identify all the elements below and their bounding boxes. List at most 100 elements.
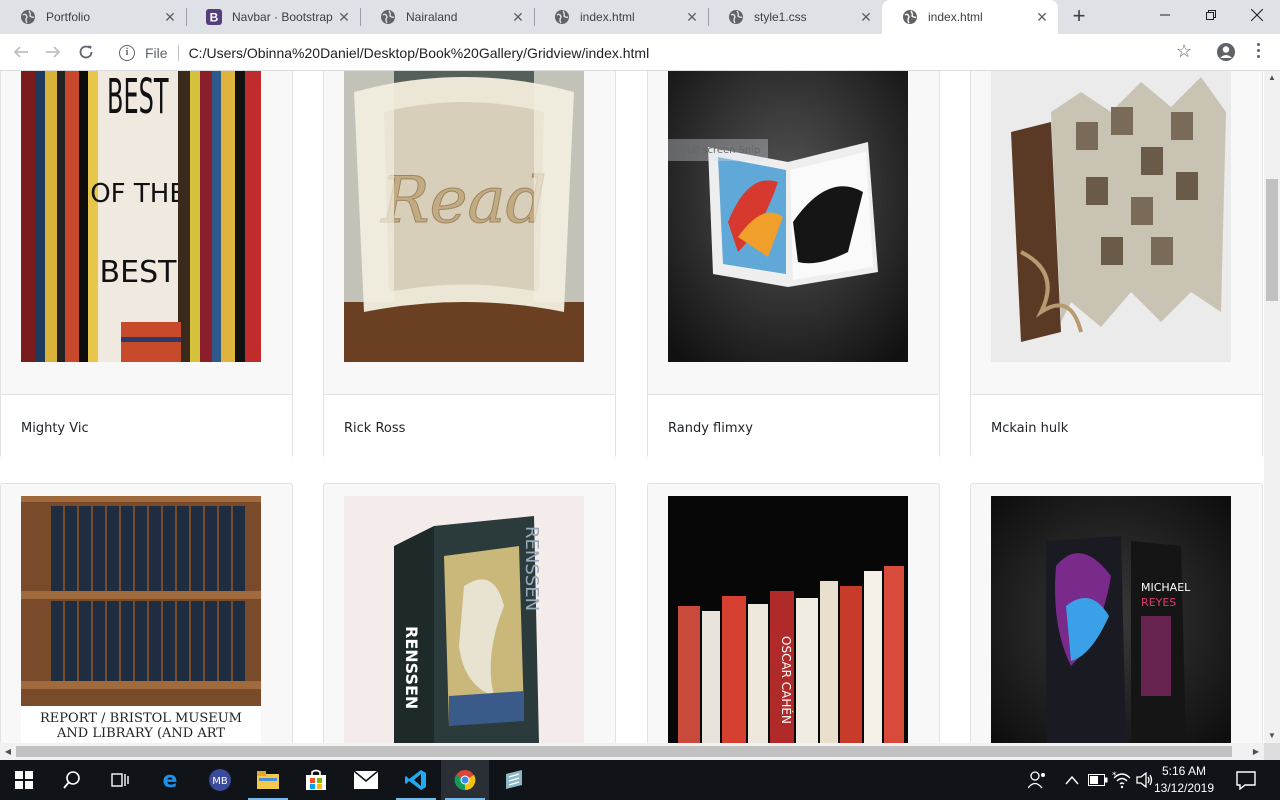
tab-title: Portfolio [46, 10, 91, 24]
svg-text:REPORT / BRISTOL MUSEUM: REPORT / BRISTOL MUSEUM [40, 711, 242, 726]
card-caption-area: Mckain hulk [971, 394, 1262, 458]
battery-icon[interactable] [1088, 760, 1108, 800]
forward-button[interactable] [41, 40, 65, 64]
tab-nairaland[interactable]: Nairaland ✕ [360, 0, 534, 34]
card-image-bookshelf: BEST OF THE BEST [21, 71, 261, 362]
tab-index-html-active[interactable]: index.html ✕ [882, 0, 1058, 34]
horizontal-scroll-thumb[interactable] [16, 746, 1232, 757]
gallery-card[interactable]: OSCAR CAHÉN [647, 483, 940, 743]
close-window-button[interactable] [1234, 0, 1280, 30]
svg-text:e: e [163, 769, 178, 791]
address-bar[interactable]: i File C:/Users/Obinna%20Daniel/Desktop/… [110, 38, 1205, 67]
tab-portfolio[interactable]: Portfolio ✕ [0, 0, 186, 34]
malwarebytes-icon[interactable]: MB [196, 760, 244, 800]
gallery-card[interactable]: Full screen Snip Randy flimxy [647, 71, 940, 458]
card-image-library-shelves: REPORT / BRISTOL MUSEUM AND LIBRARY (AND… [21, 496, 261, 743]
svg-text:OSCAR CAHÉN: OSCAR CAHÉN [779, 636, 794, 724]
globe-icon [380, 9, 396, 25]
gallery-card[interactable]: REPORT / BRISTOL MUSEUM AND LIBRARY (AND… [0, 483, 293, 743]
chrome-icon[interactable] [441, 760, 489, 800]
svg-text:MICHAEL: MICHAEL [1141, 581, 1191, 594]
globe-icon [554, 9, 570, 25]
store-icon[interactable] [292, 760, 340, 800]
page-viewport: BEST OF THE BEST Mighty Vic Read Rick Ro… [0, 71, 1264, 743]
svg-text:RENSSEN: RENSSEN [402, 626, 421, 709]
people-icon[interactable] [1028, 760, 1048, 800]
clock-time: 5:16 AM [1161, 764, 1207, 778]
tab-title: Navbar · Bootstrap [232, 10, 333, 24]
tab-title: style1.css [754, 10, 807, 24]
reload-button[interactable] [74, 40, 98, 64]
windows-start-icon[interactable] [0, 760, 48, 800]
bootstrap-icon: B [206, 9, 222, 25]
minimize-button[interactable] [1142, 0, 1188, 30]
svg-text:MB: MB [212, 776, 228, 787]
card-image-open-book-sneaker: Full screen Snip [668, 71, 908, 362]
scroll-left-arrow-icon[interactable]: ◀ [0, 743, 16, 760]
gallery-card[interactable]: Mckain hulk [970, 71, 1263, 458]
svg-text:REYES: REYES [1141, 596, 1176, 609]
tab-title: index.html [580, 10, 635, 24]
card-image-accordion-book [991, 71, 1231, 362]
minimize-icon [1160, 14, 1170, 16]
close-icon[interactable]: ✕ [684, 9, 700, 25]
new-tab-button[interactable]: + [1067, 5, 1091, 29]
windows-taskbar: e MB * 5:16 AM 13/12/2019 [0, 760, 1280, 800]
taskbar-clock[interactable]: 5:16 AM 13/12/2019 [1150, 763, 1218, 797]
close-icon[interactable]: ✕ [162, 9, 178, 25]
mail-icon[interactable] [342, 760, 390, 800]
close-icon[interactable]: ✕ [1034, 9, 1050, 25]
chevron-up-icon[interactable] [1065, 760, 1079, 800]
chrome-menu-icon[interactable] [1250, 40, 1266, 60]
gallery-card[interactable]: Read Rick Ross [323, 71, 616, 458]
task-view-icon[interactable] [96, 760, 144, 800]
card-caption: Mighty Vic [21, 421, 89, 436]
profile-avatar-icon[interactable] [1216, 42, 1236, 62]
bookmark-star-icon[interactable]: ☆ [1176, 41, 1192, 62]
card-image-folded-book: Read [344, 71, 584, 362]
globe-icon [902, 9, 918, 25]
clock-date: 13/12/2019 [1153, 781, 1215, 795]
restore-button[interactable] [1188, 0, 1234, 30]
gallery-card[interactable]: RENSSEN RENSSEN [323, 483, 616, 743]
svg-text:AND LIBRARY (AND ART: AND LIBRARY (AND ART [56, 726, 225, 741]
scheme-label: File [145, 44, 168, 61]
file-explorer-icon[interactable] [244, 760, 292, 800]
tab-navbar-bootstrap[interactable]: B Navbar · Bootstrap ✕ [186, 0, 360, 34]
search-icon[interactable] [48, 760, 96, 800]
vertical-scroll-thumb[interactable] [1266, 179, 1278, 301]
vertical-scrollbar[interactable]: ▲ ▼ [1264, 71, 1280, 743]
gallery-card[interactable]: BEST OF THE BEST Mighty Vic [0, 71, 293, 458]
browser-tab-strip: Portfolio ✕ B Navbar · Bootstrap ✕ Naira… [0, 0, 1280, 34]
globe-icon [728, 9, 744, 25]
horizontal-scrollbar[interactable]: ◀ ▶ [0, 743, 1264, 760]
scroll-down-arrow-icon[interactable]: ▼ [1264, 729, 1280, 743]
close-icon[interactable]: ✕ [858, 9, 874, 25]
svg-text:BEST: BEST [100, 255, 178, 290]
sublime-icon[interactable] [490, 760, 538, 800]
card-caption-area: Rick Ross [324, 394, 615, 458]
tab-index-html[interactable]: index.html ✕ [534, 0, 708, 34]
arrow-left-icon [13, 46, 28, 58]
info-icon[interactable]: i [119, 44, 135, 61]
tab-style1-css[interactable]: style1.css ✕ [708, 0, 882, 34]
omnibox-divider [177, 44, 179, 61]
restore-icon [1206, 10, 1216, 20]
back-button[interactable] [9, 40, 33, 64]
close-icon[interactable]: ✕ [336, 9, 352, 25]
notification-center-icon[interactable] [1236, 770, 1256, 791]
card-image-dark-open-book: MICHAEL REYES [991, 496, 1231, 743]
vscode-icon[interactable] [392, 760, 440, 800]
edge-icon[interactable]: e [146, 760, 194, 800]
scroll-right-arrow-icon[interactable]: ▶ [1248, 743, 1264, 760]
close-icon[interactable]: ✕ [510, 9, 526, 25]
globe-icon [20, 9, 36, 25]
svg-text:*: * [1112, 771, 1117, 781]
url-text[interactable]: C:/Users/Obinna%20Daniel/Desktop/Book%20… [189, 45, 650, 61]
reload-icon [79, 45, 93, 59]
tab-title: index.html [928, 10, 983, 24]
scroll-up-arrow-icon[interactable]: ▲ [1264, 71, 1280, 85]
wifi-icon[interactable]: * [1112, 760, 1132, 800]
svg-text:BEST: BEST [107, 71, 169, 124]
gallery-card[interactable]: MICHAEL REYES [970, 483, 1263, 743]
